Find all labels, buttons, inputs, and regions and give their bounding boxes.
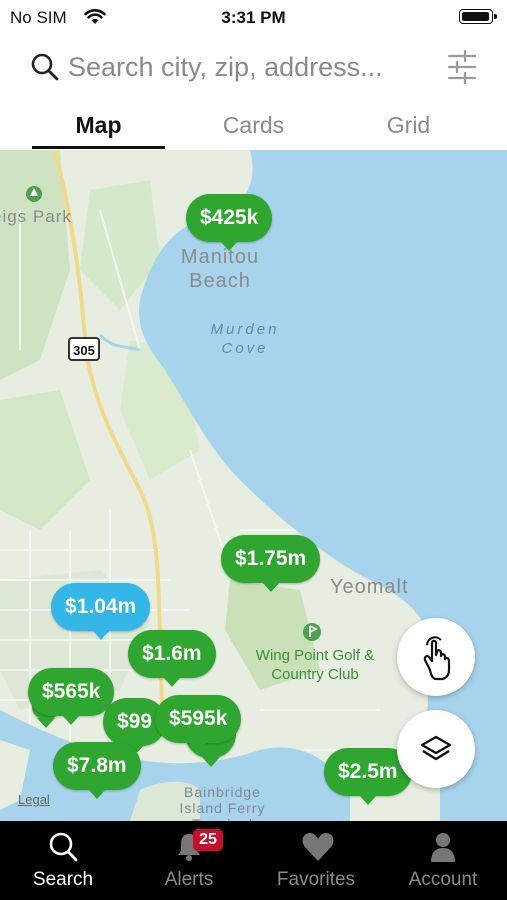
tab-map[interactable]: Map <box>32 112 165 139</box>
map-label-ferry-terminal: Bainbridge Island Ferry Terminal <box>179 784 266 821</box>
alerts-badge: 25 <box>193 829 223 851</box>
map-view[interactable]: eigs Park Manitou Beach Murden Cove 305 … <box>0 150 507 821</box>
map-layers-button[interactable] <box>397 710 475 788</box>
status-bar: No SIM 3:31 PM <box>0 0 507 34</box>
map-label-golf-club: Wing Point Golf & Country Club <box>255 647 375 683</box>
nav-alerts-label: Alerts <box>164 869 214 890</box>
heart-icon <box>302 833 334 861</box>
search-icon <box>31 53 59 81</box>
view-tabs: Map Cards Grid <box>0 100 507 151</box>
listing-pin[interactable]: $595k <box>155 695 242 752</box>
nav-search[interactable]: Search <box>0 821 126 900</box>
park-marker-icon <box>26 186 42 202</box>
listing-pin[interactable]: $1.75m <box>221 535 321 592</box>
legal-link[interactable]: Legal <box>18 792 50 807</box>
listing-pin[interactable]: $1.6m <box>128 630 216 687</box>
person-icon <box>431 833 455 862</box>
map-label-park: eigs Park <box>0 207 72 226</box>
tab-cards[interactable]: Cards <box>187 112 320 139</box>
filter-sliders-icon[interactable] <box>447 50 477 84</box>
nav-favorites-label: Favorites <box>276 869 356 890</box>
search-input[interactable] <box>68 48 428 86</box>
map-label-murden-cove: Murden Cove <box>210 321 280 357</box>
active-tab-indicator <box>32 146 165 149</box>
bottom-tab-bar: Search 25 Alerts Favorites Account <box>0 821 507 900</box>
golf-marker-icon <box>303 623 321 641</box>
nav-alerts[interactable]: 25 Alerts <box>126 821 252 900</box>
nav-favorites[interactable]: Favorites <box>253 821 379 900</box>
battery-icon <box>459 9 497 24</box>
listing-pin-selected[interactable]: $1.04m <box>51 583 151 640</box>
hand-pointer-icon <box>423 636 451 681</box>
tab-grid[interactable]: Grid <box>342 112 475 139</box>
draw-search-button[interactable] <box>397 618 475 696</box>
nav-account[interactable]: Account <box>380 821 506 900</box>
search-bar <box>0 40 507 96</box>
search-icon <box>49 832 78 862</box>
nav-account-label: Account <box>408 869 478 890</box>
listing-pin[interactable]: $565k <box>28 668 115 725</box>
map-label-yeomalt: Yeomalt <box>330 576 409 598</box>
listing-pin[interactable]: $7.8m <box>53 742 141 799</box>
highway-305-shield: 305 <box>68 337 100 361</box>
map-label-manitou-beach: Manitou Beach <box>180 246 260 292</box>
listing-pin[interactable]: $425k <box>186 194 273 251</box>
clock: 3:31 PM <box>221 8 286 27</box>
nav-search-label: Search <box>32 869 94 890</box>
layers-icon <box>420 735 452 761</box>
